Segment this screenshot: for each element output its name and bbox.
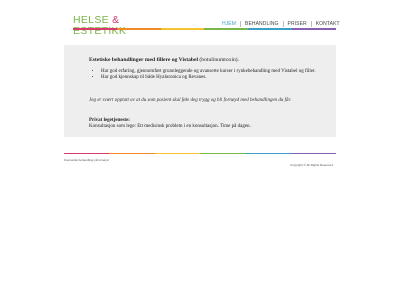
stripe-segment [116, 28, 161, 30]
main-content-panel: Estetiske behandlinger med fillere og Vi… [64, 45, 336, 137]
footer-tagline: Kosmetisk behandling på fornøyd [64, 158, 109, 162]
main-navigation: HJEM BEHANDLING PRISER KONTAKT [218, 21, 344, 27]
logo-word-estetikk: ESTETIKK [73, 25, 127, 37]
private-service-text: Konsultasjon som lege: Ett medisinsk pro… [89, 124, 251, 129]
nav-link-priser[interactable]: PRISER [284, 21, 311, 27]
nav-link-kontakt[interactable]: KONTAKT [312, 21, 344, 27]
footer-color-stripe [64, 153, 336, 154]
list-item: Har god erfaring, gjennomført grunnlegge… [101, 69, 316, 75]
stripe-segment [245, 153, 291, 154]
stripe-segment [199, 153, 246, 154]
footer-copyright: Copyright © All Rights Reserved [290, 163, 333, 167]
stripe-segment [204, 28, 249, 30]
stripe-segment [290, 153, 336, 154]
nav-link-behandling[interactable]: BEHANDLING [241, 21, 283, 27]
stripe-segment [154, 153, 200, 154]
content-heading: Estetiske behandlinger med fillere og Vi… [89, 57, 239, 63]
nav-link-hjem[interactable]: HJEM [218, 21, 240, 27]
stripe-segment [292, 28, 336, 30]
heading-rest: (botulinumtoxin). [198, 57, 240, 63]
experience-list: Har god erfaring, gjennomført grunnlegge… [94, 69, 316, 80]
stripe-segment [248, 28, 293, 30]
header-color-stripe [73, 28, 336, 30]
stripe-segment [109, 153, 155, 154]
stripe-segment [73, 28, 117, 30]
site-logo[interactable]: HELSE & ESTETIKK [73, 15, 126, 37]
private-service-title: Privat legetjeneste: [89, 118, 130, 123]
heading-bold: Estetiske behandlinger med fillere og Vi… [89, 57, 199, 63]
list-item: Har god kjennskap til både Hyaluronica o… [101, 75, 316, 81]
patient-note: Jeg er svært opptatt av at du som pasien… [89, 98, 292, 103]
stripe-segment [160, 28, 205, 30]
stripe-segment [64, 153, 110, 154]
